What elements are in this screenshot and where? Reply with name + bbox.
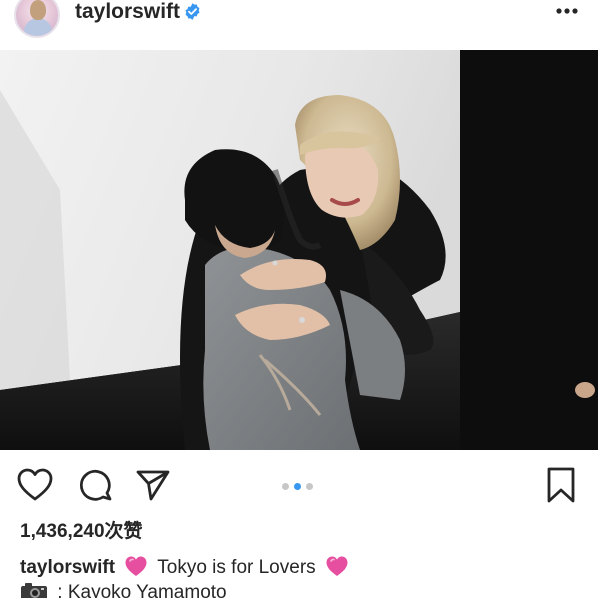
photo-credit: : Kayoko Yamamoto [20,581,227,598]
pink-heart-emoji-icon [326,556,348,576]
avatar[interactable] [14,0,60,38]
more-horizontal-icon[interactable] [553,2,581,20]
heart-icon[interactable] [16,467,54,503]
post-header: taylorswift [0,0,598,50]
carousel-dot-active[interactable] [294,482,301,490]
carousel-dot[interactable] [306,482,313,490]
send-icon[interactable] [135,468,171,502]
likes-count[interactable]: 1,436,240次赞 [20,520,143,544]
avatar-body-shape [24,18,52,36]
credit-text[interactable]: : Kayoko Yamamoto [57,582,226,598]
carousel-dot[interactable] [282,482,289,490]
avatar-face-shape [30,0,46,20]
photo-illustration [0,50,598,450]
verified-badge-icon [185,3,200,20]
camera-emoji-icon [21,583,47,598]
action-bar [0,450,598,520]
caption-username[interactable]: taylorswift [20,557,115,578]
post-caption: taylorswift Tokyo is for Lovers [20,555,353,580]
caption-text: Tokyo is for Lovers [157,557,316,578]
post-photo[interactable] [0,50,598,450]
carousel-indicator [282,482,313,490]
post-username[interactable]: taylorswift [75,0,180,24]
comment-icon[interactable] [78,467,114,503]
bookmark-icon[interactable] [544,466,578,504]
pink-heart-emoji-icon [125,556,147,576]
